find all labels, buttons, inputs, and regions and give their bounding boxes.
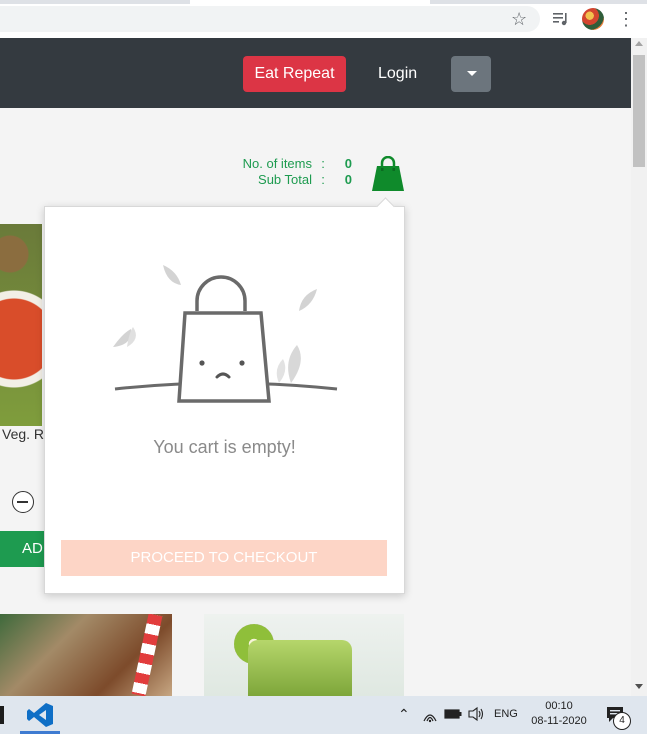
vscode-icon[interactable] <box>26 702 54 728</box>
product-name: Veg. R <box>2 426 45 442</box>
eat-repeat-button[interactable]: Eat Repeat <box>243 56 346 92</box>
clock-time: 00:10 <box>545 700 573 712</box>
star-icon[interactable]: ☆ <box>511 8 527 30</box>
product-image[interactable] <box>204 614 404 696</box>
system-clock[interactable]: 00:10 08-11-2020 <box>526 699 592 729</box>
scroll-thumb[interactable] <box>633 55 645 167</box>
clock-date: 08-11-2020 <box>531 715 587 727</box>
browser-toolbar: ☆ ⋮ <box>0 0 647 39</box>
page-scrollbar[interactable] <box>631 38 647 696</box>
empty-bag-icon <box>113 265 338 403</box>
items-count-label: No. of items <box>242 156 312 171</box>
user-dropdown-button[interactable] <box>451 56 491 92</box>
input-language[interactable]: ENG <box>494 708 518 720</box>
cart-dropdown: You cart is empty! PROCEED TO CHECKOUT <box>44 197 405 594</box>
media-control-icon[interactable] <box>551 9 571 29</box>
profile-avatar[interactable] <box>582 8 604 30</box>
battery-icon[interactable] <box>444 708 462 720</box>
separator: : <box>321 172 325 187</box>
empty-cart-message: You cart is empty! <box>153 437 296 457</box>
volume-icon[interactable] <box>467 706 485 722</box>
site-navbar: Eat Repeat Login <box>0 38 631 108</box>
login-link[interactable]: Login <box>378 56 417 92</box>
active-tab[interactable] <box>190 0 430 4</box>
more-vert-icon[interactable]: ⋮ <box>617 8 635 30</box>
product-image[interactable] <box>0 224 42 426</box>
items-count-value: 0 <box>344 156 352 171</box>
taskbar-app-edge[interactable] <box>0 706 4 724</box>
tab-strip <box>0 0 647 4</box>
add-to-cart-button[interactable]: AD <box>0 531 45 567</box>
product-image[interactable] <box>0 614 172 696</box>
windows-taskbar: ⌃ ENG 00:10 08-11-2020 4 <box>0 696 647 734</box>
straw-decoration <box>131 614 163 696</box>
scroll-up-arrow-icon[interactable] <box>635 41 643 46</box>
caret-down-icon <box>467 71 477 76</box>
scroll-down-arrow-icon[interactable] <box>635 684 643 689</box>
juice-glass <box>248 640 352 696</box>
separator: : <box>321 156 325 171</box>
quantity-minus-button[interactable] <box>12 491 34 513</box>
chevron-up-icon[interactable]: ⌃ <box>398 706 410 723</box>
proceed-to-checkout-button[interactable]: PROCEED TO CHECKOUT <box>61 540 387 576</box>
notification-count-badge: 4 <box>613 712 631 730</box>
popover-arrow <box>376 197 395 216</box>
subtotal-value: 0 <box>344 172 352 187</box>
subtotal-label: Sub Total <box>258 172 312 187</box>
cart-summary: No. of items: 0 Sub Total: 0 <box>243 156 352 188</box>
shopping-bag-icon[interactable] <box>371 156 405 192</box>
address-bar[interactable] <box>0 6 540 32</box>
wifi-icon[interactable] <box>422 707 438 723</box>
